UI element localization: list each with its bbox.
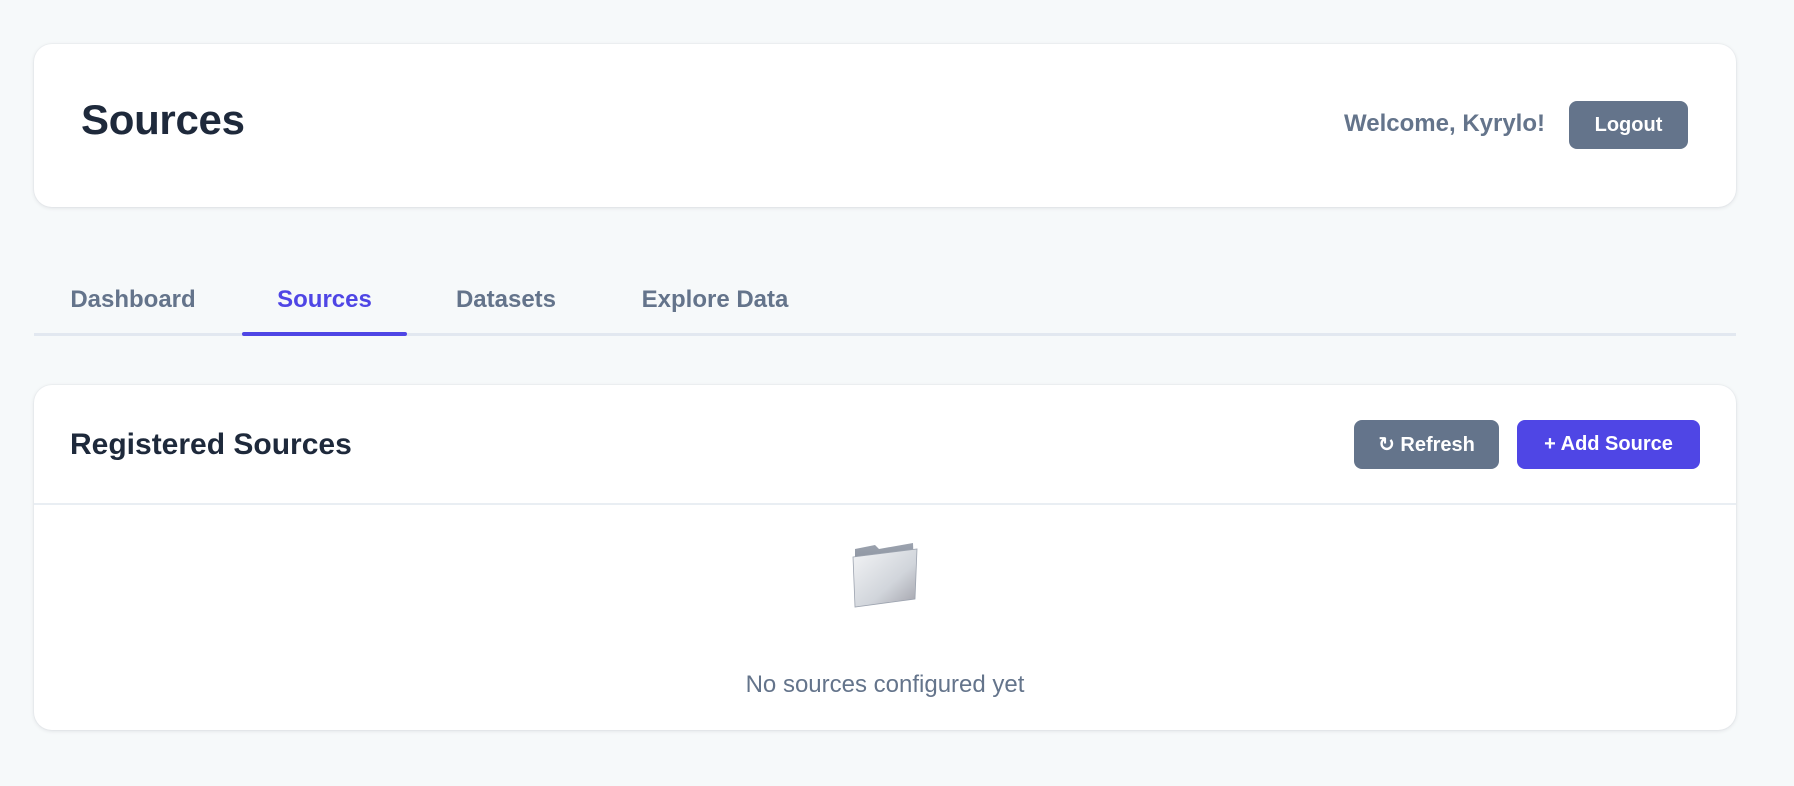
tab-dashboard[interactable]: Dashboard <box>70 266 196 333</box>
tab-datasets[interactable]: Datasets <box>454 266 558 333</box>
welcome-message: Welcome, Kyrylo! <box>1344 110 1545 137</box>
add-source-button[interactable]: + Add Source <box>1517 420 1700 469</box>
refresh-button[interactable]: ↻ Refresh <box>1354 420 1499 469</box>
tab-sources[interactable]: Sources <box>242 266 407 336</box>
registered-sources-panel: Registered Sources ↻ Refresh + Add Sourc… <box>34 385 1736 730</box>
section-title: Registered Sources <box>70 428 352 461</box>
folder-icon <box>852 543 918 608</box>
empty-state: No sources configured yet <box>34 507 1736 730</box>
panel-header: Registered Sources ↻ Refresh + Add Sourc… <box>34 385 1736 505</box>
empty-state-message: No sources configured yet <box>745 671 1025 698</box>
tab-bar: Dashboard Sources Datasets Explore Data <box>34 266 1736 336</box>
logout-button[interactable]: Logout <box>1569 101 1688 149</box>
header-card: Sources Welcome, Kyrylo! Logout <box>34 44 1736 207</box>
tab-explore-data[interactable]: Explore Data <box>639 266 791 333</box>
page-title: Sources <box>81 96 245 143</box>
